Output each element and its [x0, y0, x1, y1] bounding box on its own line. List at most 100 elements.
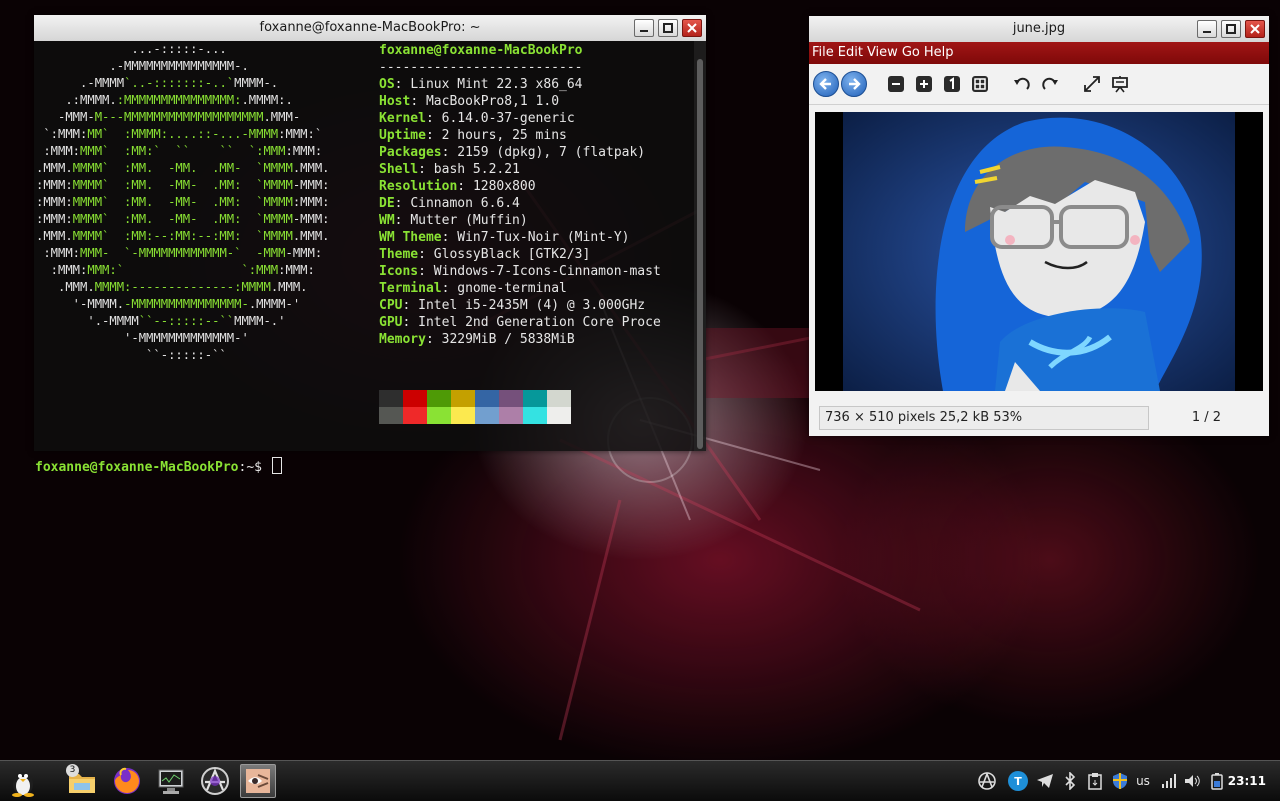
maximize-icon	[1226, 24, 1236, 34]
info-value: 6.14.0-37-generic	[441, 111, 575, 126]
palette-swatch	[403, 407, 427, 424]
image-canvas[interactable]	[815, 112, 1263, 392]
viewer-title: june.jpg	[1012, 21, 1066, 36]
fullscreen-button[interactable]	[1079, 71, 1105, 97]
info-row: CPU: Intel i5-2435M (4) @ 3.000GHz	[379, 297, 661, 314]
tray-shield[interactable]	[1109, 769, 1131, 793]
tray-bluetooth[interactable]	[1060, 769, 1080, 793]
rotate-left-button[interactable]	[1009, 71, 1035, 97]
info-row: Memory: 3229MiB / 5838MiB	[379, 331, 661, 348]
menu-file[interactable]: File	[812, 42, 834, 64]
maximize-button[interactable]	[658, 19, 678, 37]
info-row: Host: MacBookPro8,1 1.0	[379, 93, 661, 110]
firefox-icon	[114, 767, 140, 794]
minimize-button[interactable]	[1197, 20, 1217, 38]
anarchy-app-icon	[201, 767, 229, 795]
minimize-icon	[640, 30, 648, 32]
terminal-titlebar[interactable]: foxanne@foxanne-MacBookPro: ~	[34, 15, 706, 41]
anarchy-tray-icon	[978, 771, 996, 790]
rotate-right-icon	[1042, 77, 1058, 90]
shell-prompt[interactable]: foxanne@foxanne-MacBookPro:~$	[35, 457, 282, 476]
palette-swatch	[499, 407, 523, 424]
info-colon: :	[425, 128, 442, 143]
clipboard-icon	[1088, 773, 1102, 790]
info-colon: :	[425, 111, 442, 126]
tray-clipboard[interactable]	[1084, 769, 1106, 793]
terminal-scrollbar[interactable]	[694, 41, 706, 451]
previous-button[interactable]	[813, 71, 839, 97]
info-row: OS: Linux Mint 22.3 x86_64	[379, 76, 661, 93]
displayed-image	[843, 112, 1235, 392]
palette-swatch	[475, 407, 499, 424]
viewer-statusbar: 736 × 510 pixels 25,2 kB 53% 1 / 2	[809, 400, 1269, 436]
tray-telegram[interactable]	[1034, 769, 1056, 793]
palette-swatch	[523, 407, 547, 424]
tray-t-app[interactable]: T	[1006, 769, 1030, 793]
palette-swatch	[475, 390, 499, 407]
info-value: bash 5.2.21	[433, 162, 520, 177]
scrollbar-thumb[interactable]	[697, 59, 703, 449]
tray-volume[interactable]	[1181, 769, 1203, 793]
firefox-launcher[interactable]	[109, 764, 145, 798]
terminal-output[interactable]: ...-:::::-... .-MMMMMMMMMMMMMMM-. .-MMMM…	[34, 41, 706, 475]
info-key: Packages	[379, 145, 442, 160]
arrow-left-icon	[819, 78, 831, 90]
slideshow-icon	[1112, 76, 1128, 93]
info-row: GPU: Intel 2nd Generation Core Proce	[379, 314, 661, 331]
tray-network[interactable]	[1158, 769, 1180, 793]
slideshow-button[interactable]	[1107, 71, 1133, 97]
prompt-user: foxanne@foxanne-MacBookPro	[35, 460, 239, 475]
info-value: MacBookPro8,1 1.0	[425, 94, 560, 109]
info-key: GPU	[379, 315, 403, 330]
close-button[interactable]	[682, 19, 702, 37]
info-value: GlossyBlack [GTK2/3]	[433, 247, 591, 262]
menu-go[interactable]: Go	[902, 42, 920, 64]
palette-swatch	[499, 390, 523, 407]
keyboard-layout-indicator[interactable]: us	[1132, 769, 1154, 793]
info-value: Mutter (Muffin)	[410, 213, 528, 228]
palette-swatch	[547, 390, 571, 407]
anarchy-app-launcher[interactable]	[197, 764, 233, 798]
info-row: Terminal: gnome-terminal	[379, 280, 661, 297]
menu-help[interactable]: Help	[924, 42, 954, 64]
next-button[interactable]	[841, 71, 867, 97]
info-value: Intel i5-2435M (4) @ 3.000GHz	[418, 298, 646, 313]
info-row: Kernel: 6.14.0-37-generic	[379, 110, 661, 127]
info-key: Memory	[379, 332, 426, 347]
close-button[interactable]	[1245, 20, 1265, 38]
image-page-counter: 1 / 2	[1191, 410, 1221, 425]
palette-swatch	[547, 407, 571, 424]
zoom-original-button[interactable]	[939, 71, 965, 97]
palette-swatch	[379, 407, 403, 424]
tray-anarchy[interactable]	[975, 769, 999, 793]
file-manager-launcher[interactable]: 3	[64, 764, 100, 798]
viewer-titlebar[interactable]: june.jpg	[809, 16, 1269, 42]
image-viewer-taskbar-item[interactable]	[240, 764, 276, 798]
info-key: Icons	[379, 264, 419, 279]
info-row: WM: Mutter (Muffin)	[379, 212, 661, 229]
info-colon: :	[441, 281, 458, 296]
info-key: Uptime	[379, 128, 426, 143]
info-header: foxanne@foxanne-MacBookPro	[379, 43, 583, 58]
system-monitor-launcher[interactable]	[153, 764, 189, 798]
menu-edit[interactable]: Edit	[838, 42, 863, 64]
info-value: Windows-7-Icons-Cinnamon-mast	[433, 264, 661, 279]
info-value: 2159 (dpkg), 7 (flatpak)	[457, 145, 646, 160]
zoom-fit-button[interactable]	[967, 71, 993, 97]
info-key: Resolution	[379, 179, 458, 194]
menu-button[interactable]	[5, 764, 41, 798]
taskbar-panel: 3 T us 23:11	[0, 760, 1280, 801]
info-colon: :	[394, 77, 411, 92]
signal-icon	[1162, 774, 1176, 788]
zoom-in-button[interactable]	[911, 71, 937, 97]
panel-clock[interactable]: 23:11	[1228, 761, 1266, 801]
info-row: Icons: Windows-7-Icons-Cinnamon-mast	[379, 263, 661, 280]
rotate-right-button[interactable]	[1037, 71, 1063, 97]
menu-view[interactable]: View	[867, 42, 898, 64]
tray-battery[interactable]	[1207, 769, 1227, 793]
maximize-button[interactable]	[1221, 20, 1241, 38]
shield-icon	[1113, 773, 1127, 789]
zoom-out-button[interactable]	[883, 71, 909, 97]
minimize-button[interactable]	[634, 19, 654, 37]
info-key: WM	[379, 213, 395, 228]
